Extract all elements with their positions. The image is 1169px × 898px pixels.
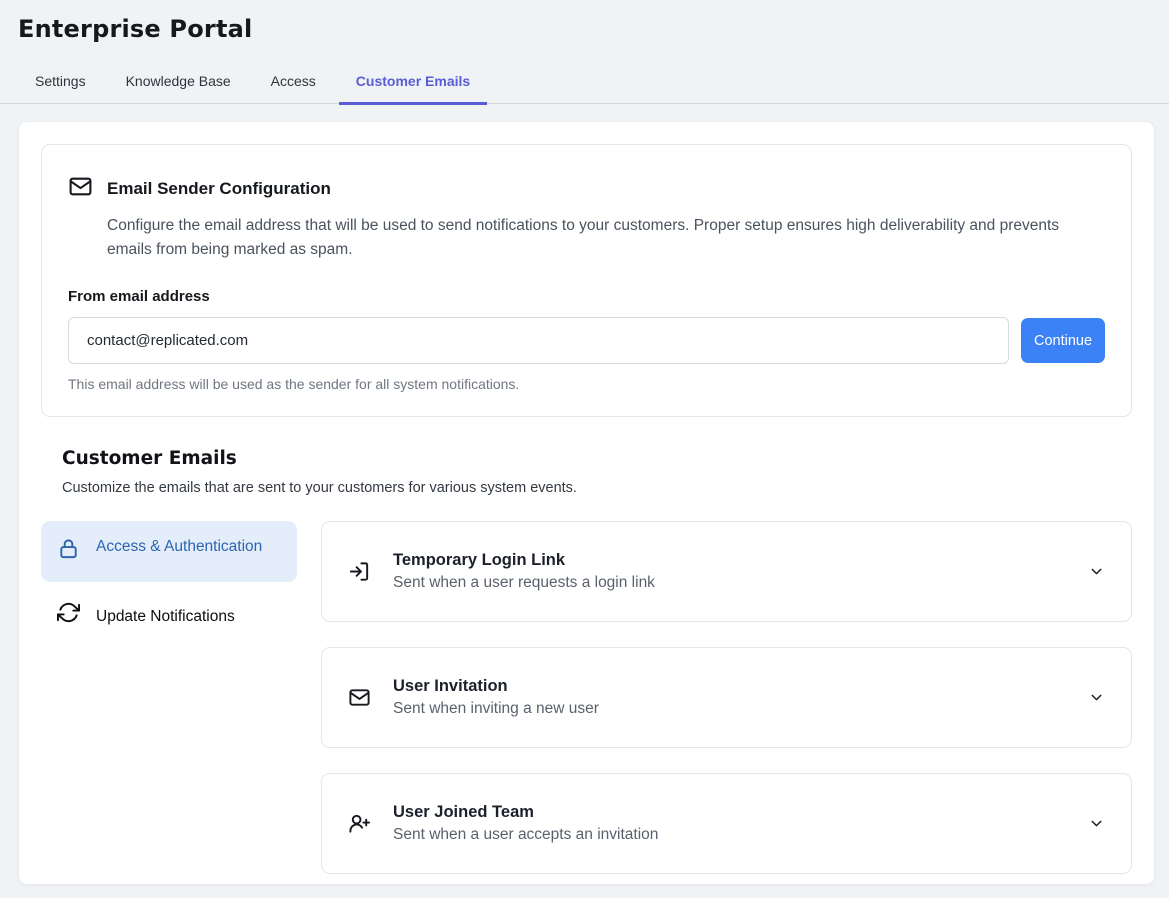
chevron-down-icon[interactable] [1088,815,1105,832]
page-title: Enterprise Portal [18,15,1151,43]
email-card-user-joined-team[interactable]: User Joined Team Sent when a user accept… [321,773,1132,874]
log-in-icon [348,560,371,583]
chevron-down-icon[interactable] [1088,563,1105,580]
email-card-title: User Invitation [393,677,599,696]
tab-settings[interactable]: Settings [18,64,103,105]
tab-access[interactable]: Access [254,64,333,105]
mail-icon [348,686,371,709]
chevron-down-icon[interactable] [1088,689,1105,706]
app-header: Enterprise Portal [0,0,1169,43]
email-card-title: Temporary Login Link [393,551,655,570]
category-label: Access & Authentication [96,534,262,560]
config-card-description: Configure the email address that will be… [107,214,1083,262]
email-card-title: User Joined Team [393,803,658,822]
refresh-icon [57,601,80,633]
customer-emails-heading: Customer Emails [62,448,1132,469]
from-email-row: Continue [68,317,1105,364]
from-email-input[interactable] [68,317,1009,364]
from-email-label: From email address [68,288,1105,305]
config-card-title: Email Sender Configuration [107,179,331,199]
email-card-text: User Joined Team Sent when a user accept… [393,803,658,844]
email-card-subtitle: Sent when a user accepts an invitation [393,826,658,844]
email-card-text: Temporary Login Link Sent when a user re… [393,551,655,592]
email-category-list: Access & Authentication Update Notificat… [41,521,297,874]
email-sender-config-card: Email Sender Configuration Configure the… [41,144,1132,417]
tab-customer-emails[interactable]: Customer Emails [339,64,487,105]
user-plus-icon [348,812,371,835]
mail-icon [68,174,93,204]
continue-button[interactable]: Continue [1021,318,1105,363]
email-card-subtitle: Sent when inviting a new user [393,700,599,718]
tab-bar: Settings Knowledge Base Access Customer … [0,64,1169,104]
category-update-notifications[interactable]: Update Notifications [41,591,297,643]
category-access-authentication[interactable]: Access & Authentication [41,521,297,582]
email-card-text: User Invitation Sent when inviting a new… [393,677,599,718]
customer-emails-panel: Email Sender Configuration Configure the… [18,121,1155,885]
from-email-helper-text: This email address will be used as the s… [68,376,1105,392]
email-template-list: Temporary Login Link Sent when a user re… [321,521,1132,874]
email-card-temporary-login-link[interactable]: Temporary Login Link Sent when a user re… [321,521,1132,622]
category-label: Update Notifications [96,604,235,630]
customer-emails-subtitle: Customize the emails that are sent to yo… [62,480,1132,496]
email-card-subtitle: Sent when a user requests a login link [393,574,655,592]
email-card-user-invitation[interactable]: User Invitation Sent when inviting a new… [321,647,1132,748]
tab-knowledge-base[interactable]: Knowledge Base [109,64,248,105]
customer-emails-layout: Access & Authentication Update Notificat… [41,521,1132,874]
config-card-header: Email Sender Configuration [68,174,1105,204]
lock-icon [57,534,80,569]
